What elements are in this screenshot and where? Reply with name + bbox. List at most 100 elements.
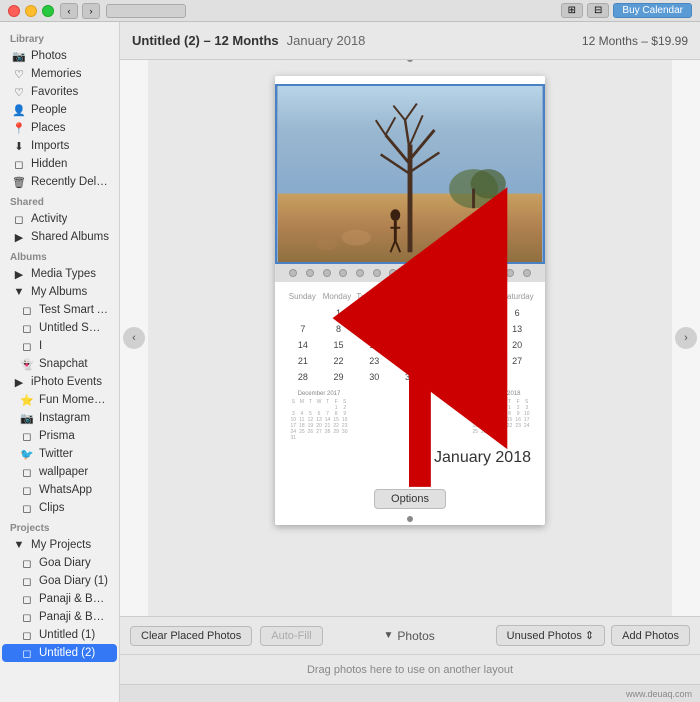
sidebar-item-snapchat[interactable]: 👻 Snapchat <box>2 355 117 373</box>
sidebar-item-untitled-sma[interactable]: ◻ Untitled Sma... <box>2 319 117 337</box>
albums-section-label: Albums <box>0 246 119 265</box>
calendar-photo[interactable] <box>275 84 545 264</box>
sidebar-item-label: Memories <box>31 68 81 80</box>
sidebar-item-label: WhatsApp <box>39 484 92 496</box>
bottom-right-buttons: Unused Photos ⇕ Add Photos <box>496 625 690 646</box>
topbar: Untitled (2) – 12 Months January 2018 12… <box>120 22 700 60</box>
close-button[interactable] <box>8 5 20 17</box>
day-header-fri: Friday <box>466 290 501 303</box>
maximize-button[interactable] <box>42 5 54 17</box>
panaji-bard-icon: ◻ <box>20 592 34 606</box>
progress-bar <box>106 4 186 18</box>
cal-cell <box>464 369 500 385</box>
cal-cell: 15 <box>321 337 357 353</box>
next-page-button[interactable]: › <box>672 60 700 616</box>
sidebar-item-photos[interactable]: 📷 Photos <box>2 47 117 65</box>
sidebar-item-activity[interactable]: ◻ Activity <box>2 210 117 228</box>
sidebar-item-twitter[interactable]: 🐦 Twitter <box>2 445 117 463</box>
shared-section-label: Shared <box>0 191 119 210</box>
day-header-sun: Sunday <box>285 290 320 303</box>
buy-calendar-button[interactable]: Buy Calendar <box>613 3 692 18</box>
auto-fill-button[interactable]: Auto-Fill <box>260 626 322 646</box>
sidebar-item-untitled[interactable]: ◻ Panaji & Bard... <box>2 608 117 626</box>
options-button[interactable]: Options <box>374 489 446 509</box>
sidebar-item-label: Clips <box>39 502 65 514</box>
sidebar-item-goa-diary-1[interactable]: ◻ Goa Diary (1) <box>2 572 117 590</box>
binding-top <box>275 76 545 84</box>
sidebar-item-label: Untitled (1) <box>39 629 95 641</box>
calendar-month-label: January 2018 <box>285 445 535 475</box>
sidebar-item-untitled-2[interactable]: ◻ Untitled (2) <box>2 644 117 662</box>
instagram-icon: 📷 <box>20 411 34 425</box>
sidebar-item-test-smart[interactable]: ◻ Test Smart A... <box>2 301 117 319</box>
sidebar-item-people[interactable]: 👤 People <box>2 101 117 119</box>
cal-cell: 8 <box>321 321 357 337</box>
sidebar-item-i[interactable]: ◻ I <box>2 337 117 355</box>
sidebar-item-fun-moments[interactable]: ⭐ Fun Moments <box>2 391 117 409</box>
sidebar-item-label: My Albums <box>31 286 87 298</box>
recently-deleted-icon: 🗑 <box>12 175 26 189</box>
cal-cell <box>285 305 321 321</box>
twitter-icon: 🐦 <box>20 447 34 461</box>
sidebar-item-imports[interactable]: ⬇ Imports <box>2 137 117 155</box>
minimize-button[interactable] <box>25 5 37 17</box>
sidebar-item-shared-albums[interactable]: ▶ Shared Albums <box>2 228 117 246</box>
sidebar-item-iphoto-events[interactable]: ▶ iPhoto Events <box>2 373 117 391</box>
content-area: Untitled (2) – 12 Months January 2018 12… <box>120 22 700 702</box>
sidebar-item-places[interactable]: 📍 Places <box>2 119 117 137</box>
sidebar-item-media-types[interactable]: ▶ Media Types <box>2 265 117 283</box>
sidebar-item-untitled-1[interactable]: ◻ Untitled (1) <box>2 626 117 644</box>
sidebar-item-panaji-bard[interactable]: ◻ Panaji & Bard... <box>2 590 117 608</box>
sidebar-item-my-projects[interactable]: ▼ My Projects <box>2 536 117 554</box>
add-photos-button[interactable]: Add Photos <box>611 625 690 646</box>
cal-cell: 21 <box>285 353 321 369</box>
untitled-2-icon: ◻ <box>20 646 34 660</box>
grid-view-button[interactable]: ⊞ <box>561 3 583 18</box>
clear-placed-photos-button[interactable]: Clear Placed Photos <box>130 626 252 646</box>
photos-dropdown-icon: ▼ <box>384 630 394 641</box>
titlebar-right-buttons: ⊞ ⊟ Buy Calendar <box>561 3 692 18</box>
favorites-icon: ♡ <box>12 85 26 99</box>
my-projects-icon: ▼ <box>12 538 26 552</box>
unused-photos-button[interactable]: Unused Photos ⇕ <box>496 625 606 646</box>
sidebar-item-clips[interactable]: ◻ Clips <box>2 499 117 517</box>
sidebar-item-favorites[interactable]: ♡ Favorites <box>2 83 117 101</box>
statusbar-url: www.deuaq.com <box>626 689 692 699</box>
sidebar-item-prisma[interactable]: ◻ Prisma <box>2 427 117 445</box>
cal-cell: 1 <box>321 305 357 321</box>
sidebar-item-label: Goa Diary (1) <box>39 575 108 587</box>
binding-hole <box>456 269 464 277</box>
mini-calendars-row: December 2017 SMTWTFS 12 3456789 1011121… <box>285 385 535 445</box>
sidebar-item-label: I <box>39 340 42 352</box>
sidebar-item-recently-deleted[interactable]: 🗑 Recently Deleted <box>2 173 117 191</box>
binding-hole <box>489 269 497 277</box>
imports-icon: ⬇ <box>12 139 26 153</box>
back-button[interactable]: ‹ <box>60 3 78 19</box>
binding-hole <box>506 269 514 277</box>
photos-section-label: ▼ Photos <box>384 629 435 643</box>
sidebar-item-goa-diary[interactable]: ◻ Goa Diary <box>2 554 117 572</box>
sidebar-item-label: Panaji & Bard... <box>39 611 109 623</box>
cal-cell: 20 <box>499 337 535 353</box>
binding-hole <box>306 269 314 277</box>
prev-page-button[interactable]: ‹ <box>120 60 148 616</box>
sidebar-item-my-albums[interactable]: ▼ My Albums <box>2 283 117 301</box>
untitled-sma-icon: ◻ <box>20 321 34 335</box>
sidebar-item-label: Hidden <box>31 158 67 170</box>
sidebar-item-label: Imports <box>31 140 69 152</box>
sidebar-item-wallpaper[interactable]: ◻ wallpaper <box>2 463 117 481</box>
library-section-label: Library <box>0 28 119 47</box>
sidebar-item-whatsapp[interactable]: ◻ WhatsApp <box>2 481 117 499</box>
binding-hole-top <box>407 60 413 62</box>
cal-cell: 24 <box>392 353 428 369</box>
goa-diary-icon: ◻ <box>20 556 34 570</box>
sidebar-item-hidden[interactable]: ◻ Hidden <box>2 155 117 173</box>
calendar-scroll[interactable]: Sunday Monday Tuesday Wednesday Thursday… <box>148 60 672 616</box>
sidebar-item-memories[interactable]: ♡ Memories <box>2 65 117 83</box>
sidebar-item-instagram[interactable]: 📷 Instagram <box>2 409 117 427</box>
sidebar-item-label: Untitled Sma... <box>39 322 109 334</box>
test-smart-icon: ◻ <box>20 303 34 317</box>
untitled-icon: ◻ <box>20 610 34 624</box>
forward-button[interactable]: › <box>82 3 100 19</box>
sidebar-toggle-button[interactable]: ⊟ <box>587 3 609 18</box>
